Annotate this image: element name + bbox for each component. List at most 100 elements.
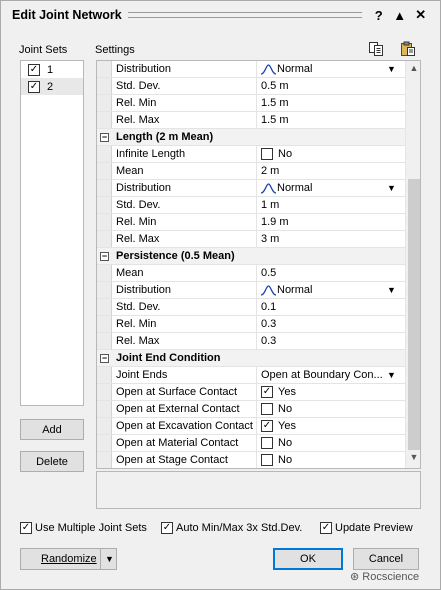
chevron-down-icon[interactable]: ▼: [387, 285, 396, 295]
use-multiple-joint-sets-option[interactable]: ✓ Use Multiple Joint Sets: [20, 522, 147, 534]
scroll-down-icon[interactable]: ▼: [408, 452, 420, 466]
use-multiple-joint-sets-checkbox[interactable]: ✓: [20, 522, 32, 534]
value-checkbox[interactable]: [261, 148, 273, 160]
property-row[interactable]: Rel. Min 1.9 m: [97, 214, 405, 231]
property-value[interactable]: Open at Boundary Con...: [261, 369, 383, 381]
property-row[interactable]: Rel. Max 3 m: [97, 231, 405, 248]
property-row[interactable]: Mean 2 m: [97, 163, 405, 180]
property-row[interactable]: Mean 0.5: [97, 265, 405, 282]
value-checkbox[interactable]: [261, 437, 273, 449]
watermark-text: Rocscience: [362, 571, 420, 583]
settings-scrollbar[interactable]: ▲ ▼: [405, 61, 420, 468]
chevron-down-icon[interactable]: ▼: [387, 183, 396, 193]
property-value[interactable]: 1.5 m: [261, 97, 289, 109]
column-divider: [256, 435, 257, 451]
scrollbar-thumb[interactable]: [408, 179, 420, 450]
value-checkbox[interactable]: ✓: [261, 386, 273, 398]
update-preview-option[interactable]: ✓ Update Preview: [320, 522, 413, 534]
property-row[interactable]: Std. Dev. 1 m: [97, 197, 405, 214]
property-value[interactable]: Normal: [261, 284, 312, 296]
ok-button[interactable]: OK: [273, 548, 343, 570]
property-value[interactable]: ✓ Yes: [261, 386, 296, 398]
property-value[interactable]: 3 m: [261, 233, 279, 245]
property-value[interactable]: Normal: [261, 63, 312, 75]
property-value[interactable]: 0.3: [261, 335, 276, 347]
column-divider: [256, 452, 257, 468]
property-row[interactable]: Open at Excavation Contact ✓ Yes: [97, 418, 405, 435]
collapse-toggle-icon[interactable]: −: [100, 353, 109, 363]
property-name: Rel. Max: [116, 335, 160, 347]
randomize-button[interactable]: Randomize ▼: [20, 548, 117, 570]
property-row[interactable]: Rel. Max 1.5 m: [97, 112, 405, 129]
property-value-text: 2 m: [261, 165, 280, 177]
property-value[interactable]: No: [261, 437, 292, 449]
property-value[interactable]: 2 m: [261, 165, 279, 177]
joint-set-item[interactable]: ✓ 2: [21, 78, 83, 95]
property-row[interactable]: Open at Stage Contact No: [97, 452, 405, 468]
property-value[interactable]: No: [261, 148, 292, 160]
joint-set-checkbox[interactable]: ✓: [28, 63, 40, 76]
property-row[interactable]: Open at External Contact No: [97, 401, 405, 418]
delete-button[interactable]: Delete: [20, 451, 84, 472]
property-value-text: Normal: [277, 182, 313, 194]
property-row[interactable]: Rel. Max 0.3: [97, 333, 405, 350]
property-row[interactable]: Joint Ends Open at Boundary Con... ▼: [97, 367, 405, 384]
property-row[interactable]: Infinite Length No: [97, 146, 405, 163]
close-button[interactable]: ✕: [412, 7, 430, 23]
property-row[interactable]: Open at Surface Contact ✓ Yes: [97, 384, 405, 401]
paste-icon[interactable]: [400, 41, 416, 57]
value-checkbox[interactable]: ✓: [261, 420, 273, 432]
property-value[interactable]: No: [261, 454, 292, 466]
property-value[interactable]: 1.9 m: [261, 216, 289, 228]
joint-set-label: 1: [47, 63, 54, 76]
auto-min-max-checkbox[interactable]: ✓: [161, 522, 173, 534]
property-row[interactable]: Rel. Min 0.3: [97, 316, 405, 333]
update-preview-checkbox[interactable]: ✓: [320, 522, 332, 534]
auto-min-max-label: Auto Min/Max 3x Std.Dev.: [176, 522, 303, 534]
scroll-up-icon[interactable]: ▲: [408, 63, 420, 77]
value-checkbox[interactable]: [261, 403, 273, 415]
property-value[interactable]: 1 m: [261, 199, 279, 211]
joint-set-label: 2: [47, 80, 54, 93]
property-value[interactable]: 0.1: [261, 301, 276, 313]
section-header[interactable]: − Persistence (0.5 Mean): [97, 248, 405, 265]
property-value[interactable]: 1.5 m: [261, 114, 289, 126]
property-value[interactable]: ✓ Yes: [261, 420, 296, 432]
chevron-down-icon[interactable]: ▼: [387, 370, 396, 380]
dialog-window: Edit Joint Network ? ▲ ✕ Joint Sets Sett…: [0, 0, 441, 590]
copy-icon[interactable]: [368, 41, 384, 57]
auto-min-max-option[interactable]: ✓ Auto Min/Max 3x Std.Dev.: [161, 522, 302, 534]
property-row[interactable]: Distribution Normal ▼: [97, 61, 405, 78]
property-row[interactable]: Rel. Min 1.5 m: [97, 95, 405, 112]
property-value-text: 0.1: [261, 301, 277, 313]
randomize-dropdown-icon[interactable]: ▼: [105, 554, 114, 564]
property-name: Mean: [116, 165, 144, 177]
property-row[interactable]: Std. Dev. 0.1: [97, 299, 405, 316]
property-name: Std. Dev.: [116, 301, 161, 313]
property-value[interactable]: No: [261, 403, 292, 415]
property-value[interactable]: 0.3: [261, 318, 276, 330]
property-name: Rel. Max: [116, 233, 160, 245]
collapse-toggle-icon[interactable]: −: [100, 251, 109, 261]
help-button[interactable]: ?: [370, 8, 388, 23]
collapse-toggle-icon[interactable]: −: [100, 132, 109, 142]
cancel-button[interactable]: Cancel: [353, 548, 419, 570]
property-row[interactable]: Distribution Normal ▼: [97, 282, 405, 299]
joint-sets-list: ✓ 1 ✓ 2: [20, 60, 84, 406]
joint-set-item[interactable]: ✓ 1: [21, 61, 83, 78]
property-row[interactable]: Distribution Normal ▼: [97, 180, 405, 197]
section-title: Joint End Condition: [116, 352, 221, 364]
section-header[interactable]: − Length (2 m Mean): [97, 129, 405, 146]
property-value-text: No: [278, 148, 293, 160]
property-value[interactable]: 0.5: [261, 267, 276, 279]
property-row[interactable]: Open at Material Contact No: [97, 435, 405, 452]
property-value[interactable]: 0.5 m: [261, 80, 289, 92]
value-checkbox[interactable]: [261, 454, 273, 466]
property-value[interactable]: Normal: [261, 182, 312, 194]
section-header[interactable]: − Joint End Condition: [97, 350, 405, 367]
add-button[interactable]: Add: [20, 419, 84, 440]
property-row[interactable]: Std. Dev. 0.5 m: [97, 78, 405, 95]
collapse-button[interactable]: ▲: [391, 8, 409, 23]
joint-set-checkbox[interactable]: ✓: [28, 80, 40, 93]
chevron-down-icon[interactable]: ▼: [387, 64, 396, 74]
